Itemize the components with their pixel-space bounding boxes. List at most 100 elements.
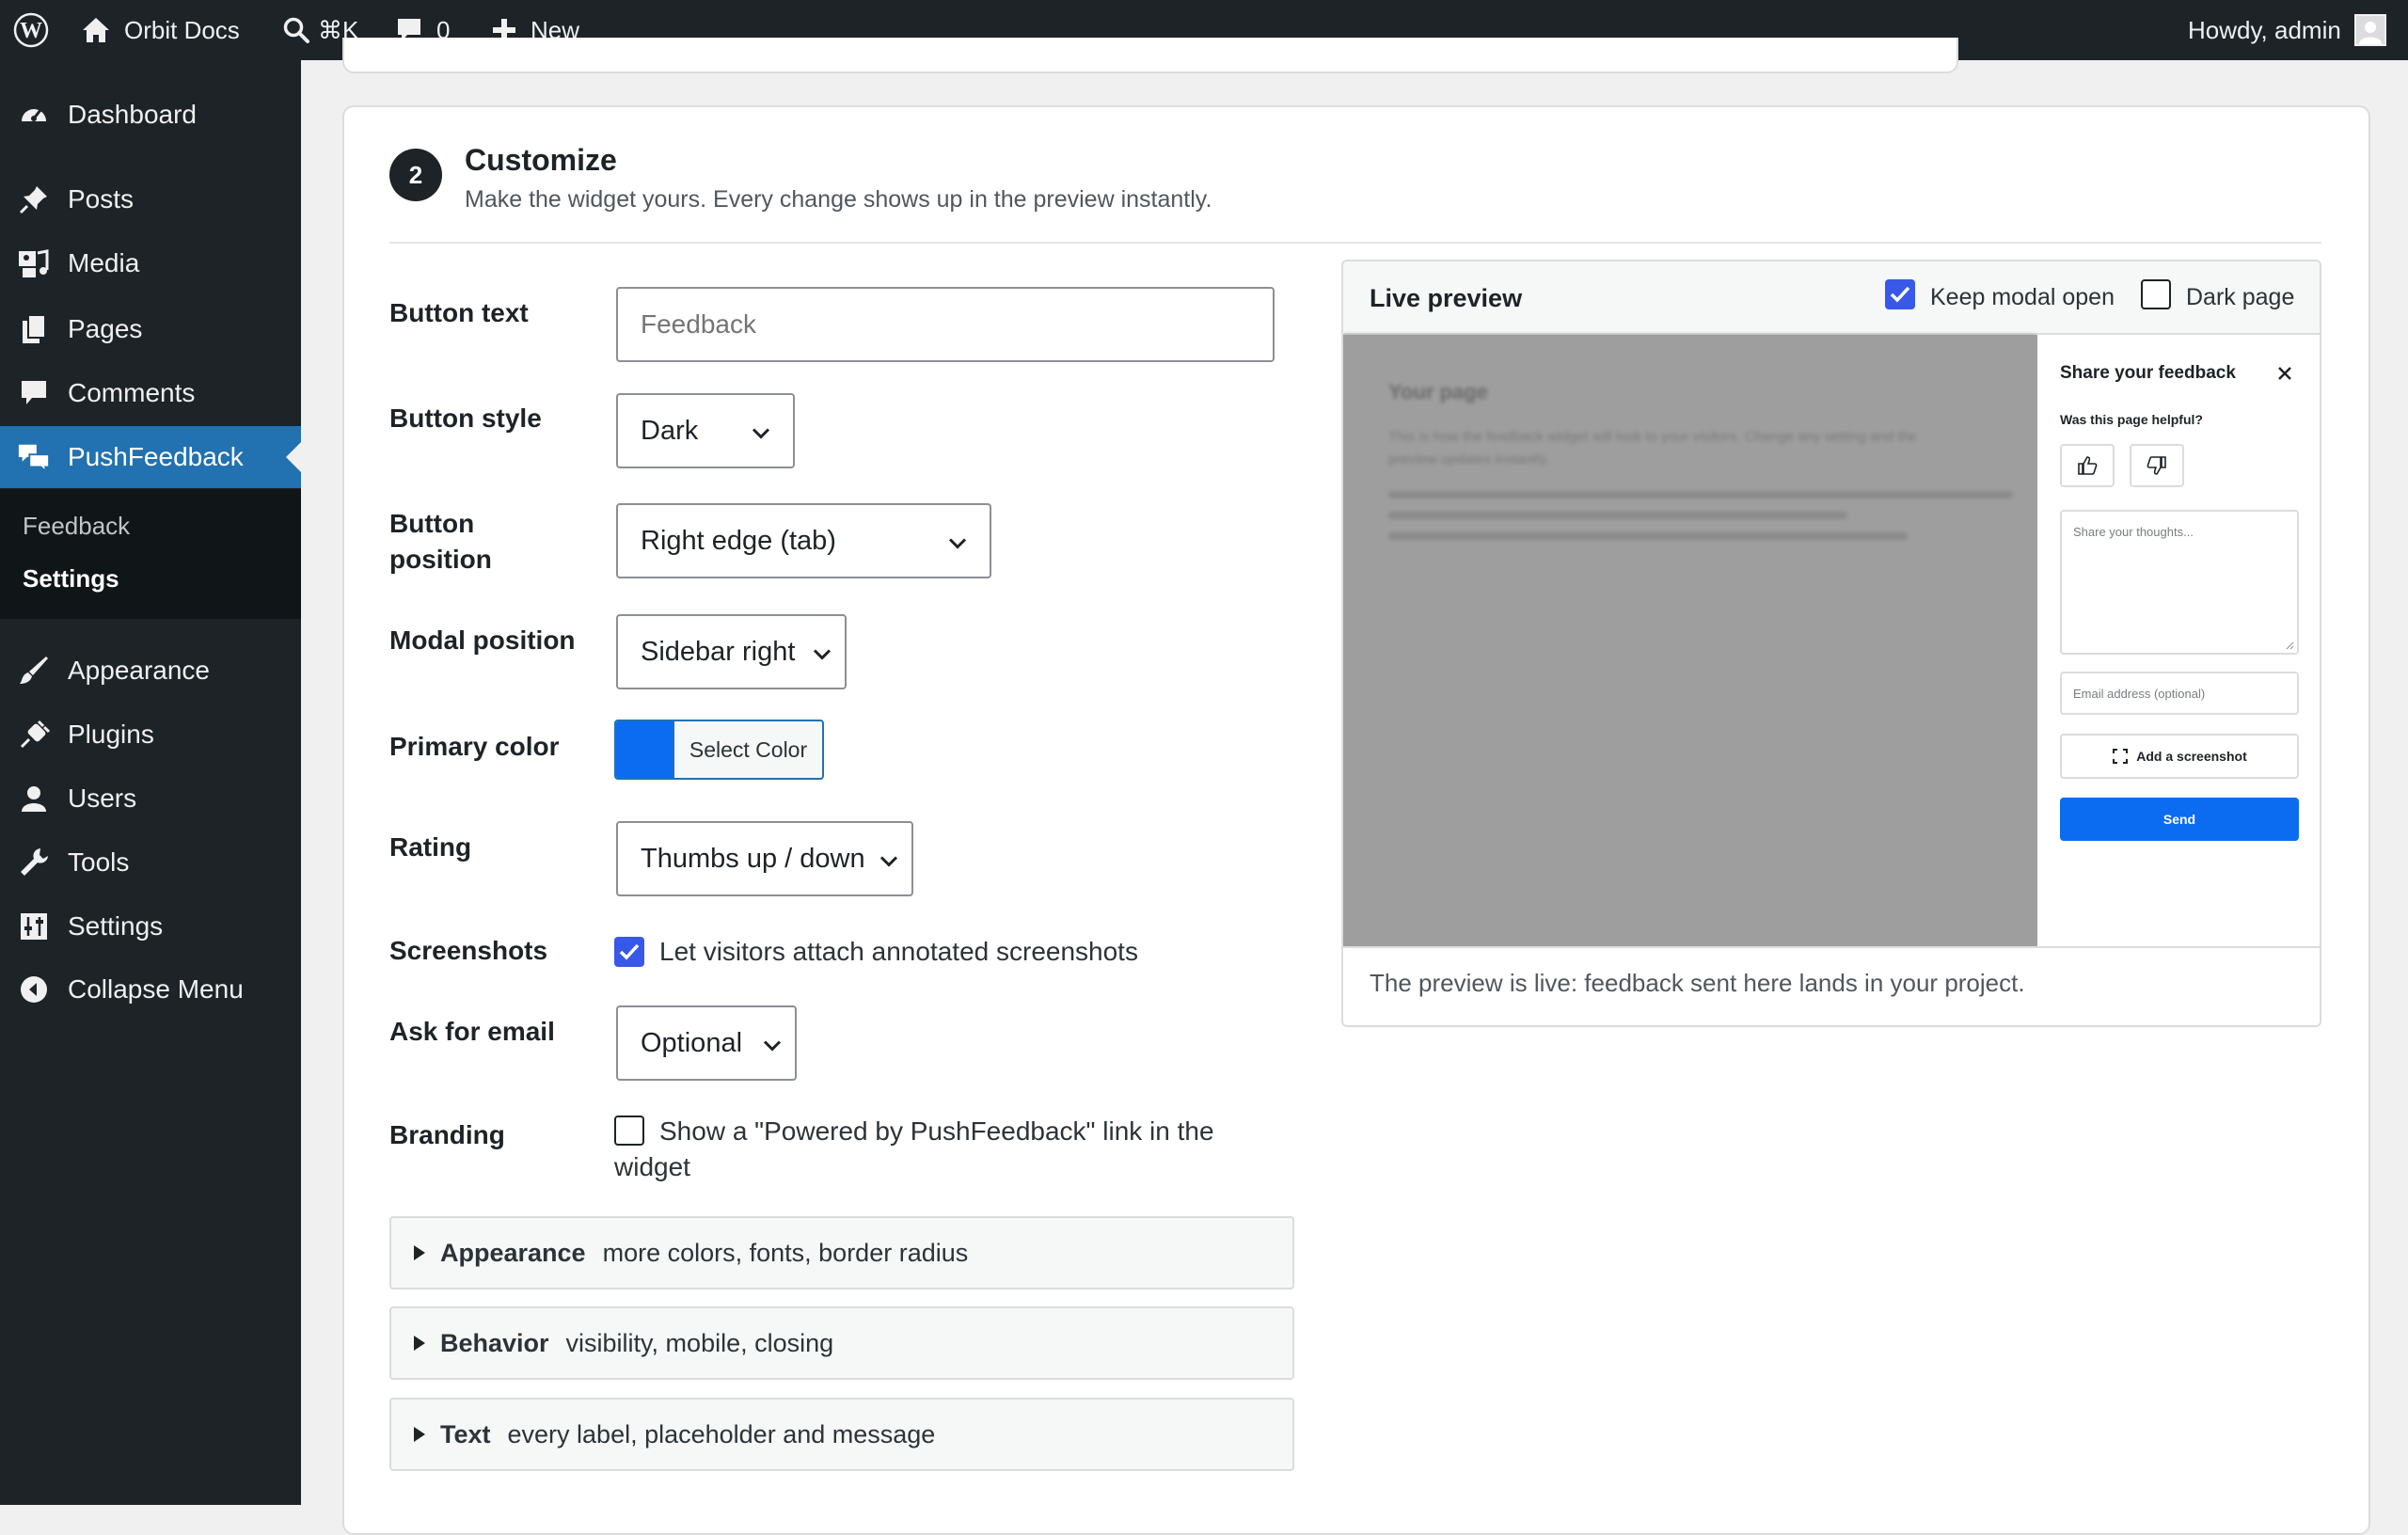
- menu-label: Media: [68, 248, 140, 277]
- comment-icon: [17, 376, 51, 410]
- keep-modal-open-checkbox[interactable]: [1885, 279, 1915, 309]
- modal-question: Was this page helpful?: [2060, 412, 2203, 427]
- accordion-title: Text: [440, 1419, 491, 1448]
- placeholder-line: [1388, 512, 1847, 519]
- primary-color-label: Primary color: [389, 732, 560, 761]
- preview-title: Live preview: [1370, 284, 1523, 312]
- select-value: Dark: [641, 415, 699, 446]
- preview-page-body-2: preview updates instantly.: [1388, 451, 1550, 467]
- menu-item-appearance[interactable]: Appearance: [0, 641, 301, 701]
- rating-label: Rating: [389, 832, 472, 862]
- section-divider: [389, 242, 2321, 244]
- email-field[interactable]: Email address (optional): [2060, 672, 2299, 715]
- ask-email-select[interactable]: Optional: [616, 1005, 797, 1081]
- screenshots-checkbox[interactable]: [614, 937, 644, 967]
- pages-icon: [17, 312, 51, 346]
- checkmark-icon: [619, 943, 640, 960]
- appearance-accordion[interactable]: Appearance more colors, fonts, border ra…: [389, 1216, 1294, 1290]
- color-picker[interactable]: Select Color: [614, 720, 824, 780]
- add-screenshot-button[interactable]: Add a screenshot: [2060, 734, 2299, 779]
- thumbs-down-icon: [2147, 456, 2166, 475]
- behavior-accordion[interactable]: Behavior visibility, mobile, closing: [389, 1306, 1294, 1380]
- button-style-label: Button style: [389, 404, 542, 433]
- section-title: Customize: [465, 143, 617, 177]
- placeholder-line: [1388, 532, 1908, 540]
- menu-item-dashboard[interactable]: Dashboard: [0, 85, 301, 145]
- menu-item-media[interactable]: Media: [0, 233, 301, 293]
- howdy-text: Howdy, admin: [2188, 15, 2341, 44]
- button-position-select[interactable]: Right edge (tab): [616, 503, 991, 578]
- menu-label: Users: [68, 783, 137, 813]
- screenshot-icon: [2113, 749, 2129, 764]
- branding-text-line2: widget: [614, 1152, 690, 1181]
- live-preview-panel: Live preview Keep modal open Dark page Y…: [1341, 260, 2321, 1027]
- menu-label: Appearance: [68, 656, 211, 685]
- preview-page-heading: Your page: [1388, 380, 1488, 404]
- menu-item-users[interactable]: Users: [0, 768, 301, 829]
- previous-section-card: [342, 38, 1958, 73]
- modal-position-select[interactable]: Sidebar right: [616, 614, 847, 689]
- send-button[interactable]: Send: [2060, 798, 2299, 841]
- preview-stage: Your page This is how the feedback widge…: [1343, 335, 2320, 946]
- accordion-subtitle: visibility, mobile, closing: [565, 1328, 834, 1357]
- submenu-item-feedback[interactable]: Feedback: [23, 512, 130, 541]
- menu-label: PushFeedback: [68, 442, 244, 471]
- chevron-down-icon: [813, 637, 832, 668]
- ask-email-label: Ask for email: [389, 1017, 555, 1046]
- menu-item-pushfeedback[interactable]: PushFeedback: [0, 426, 301, 488]
- feedback-textarea[interactable]: Share your thoughts...: [2060, 510, 2299, 655]
- account-menu[interactable]: Howdy, admin: [2188, 0, 2386, 60]
- thumbs-up-button[interactable]: [2060, 444, 2115, 487]
- send-label: Send: [2162, 812, 2196, 827]
- accordion-subtitle: more colors, fonts, border radius: [602, 1238, 969, 1267]
- step-number: 2: [389, 149, 442, 201]
- sliders-icon: [17, 910, 51, 943]
- pushfeedback-submenu: Feedback Settings: [0, 489, 301, 619]
- chevron-down-icon: [763, 1028, 782, 1059]
- resize-handle-icon[interactable]: [2285, 641, 2294, 650]
- modal-title: Share your feedback: [2060, 363, 2236, 383]
- menu-label: Plugins: [68, 720, 154, 749]
- collapse-menu-button[interactable]: Collapse Menu: [0, 959, 301, 1020]
- plug-icon: [17, 718, 51, 752]
- search-icon: [282, 16, 310, 44]
- preview-footer-text: The preview is live: feedback sent here …: [1370, 969, 2025, 997]
- checkmark-icon: [1890, 286, 1910, 303]
- preview-page: Your page This is how the feedback widge…: [1343, 335, 2036, 946]
- user-icon: [17, 782, 51, 815]
- button-style-select[interactable]: Dark: [616, 393, 795, 468]
- text-accordion[interactable]: Text every label, placeholder and messag…: [389, 1398, 1294, 1471]
- menu-item-posts[interactable]: Posts: [0, 169, 301, 229]
- home-icon: [81, 16, 111, 44]
- accordion-title: Appearance: [440, 1238, 586, 1267]
- thumbs-down-button[interactable]: [2130, 444, 2184, 487]
- menu-label: Collapse Menu: [68, 974, 244, 1004]
- button-text-input[interactable]: [616, 287, 1275, 362]
- menu-item-plugins[interactable]: Plugins: [0, 704, 301, 765]
- menu-item-settings[interactable]: Settings: [0, 896, 301, 957]
- thumbs-up-icon: [2078, 456, 2098, 475]
- select-color-button[interactable]: Select Color: [673, 721, 822, 778]
- rating-select[interactable]: Thumbs up / down: [616, 821, 913, 896]
- menu-item-pages[interactable]: Pages: [0, 299, 301, 359]
- triangle-right-icon: [414, 1245, 425, 1260]
- menu-item-tools[interactable]: Tools: [0, 832, 301, 893]
- screenshots-text: Let visitors attach annotated screenshot…: [659, 937, 1138, 966]
- select-value: Sidebar right: [641, 636, 796, 667]
- placeholder-line: [1388, 491, 2013, 498]
- wordpress-logo-icon[interactable]: W: [13, 0, 49, 60]
- site-name-link[interactable]: Orbit Docs: [81, 0, 240, 60]
- branding-label: Branding: [389, 1120, 505, 1149]
- menu-item-comments[interactable]: Comments: [0, 363, 301, 423]
- select-value: Thumbs up / down: [641, 843, 865, 874]
- wrench-icon: [17, 846, 51, 879]
- submenu-item-settings[interactable]: Settings: [23, 564, 119, 593]
- close-icon[interactable]: [2276, 365, 2293, 387]
- branding-checkbox[interactable]: [614, 1116, 644, 1146]
- accordion-subtitle: every label, placeholder and message: [507, 1419, 936, 1448]
- dark-page-checkbox[interactable]: [2141, 279, 2171, 309]
- email-placeholder: Email address (optional): [2073, 687, 2206, 701]
- dark-page-label: Dark page: [2186, 284, 2295, 310]
- menu-label: Settings: [68, 911, 164, 941]
- color-swatch[interactable]: [616, 721, 673, 778]
